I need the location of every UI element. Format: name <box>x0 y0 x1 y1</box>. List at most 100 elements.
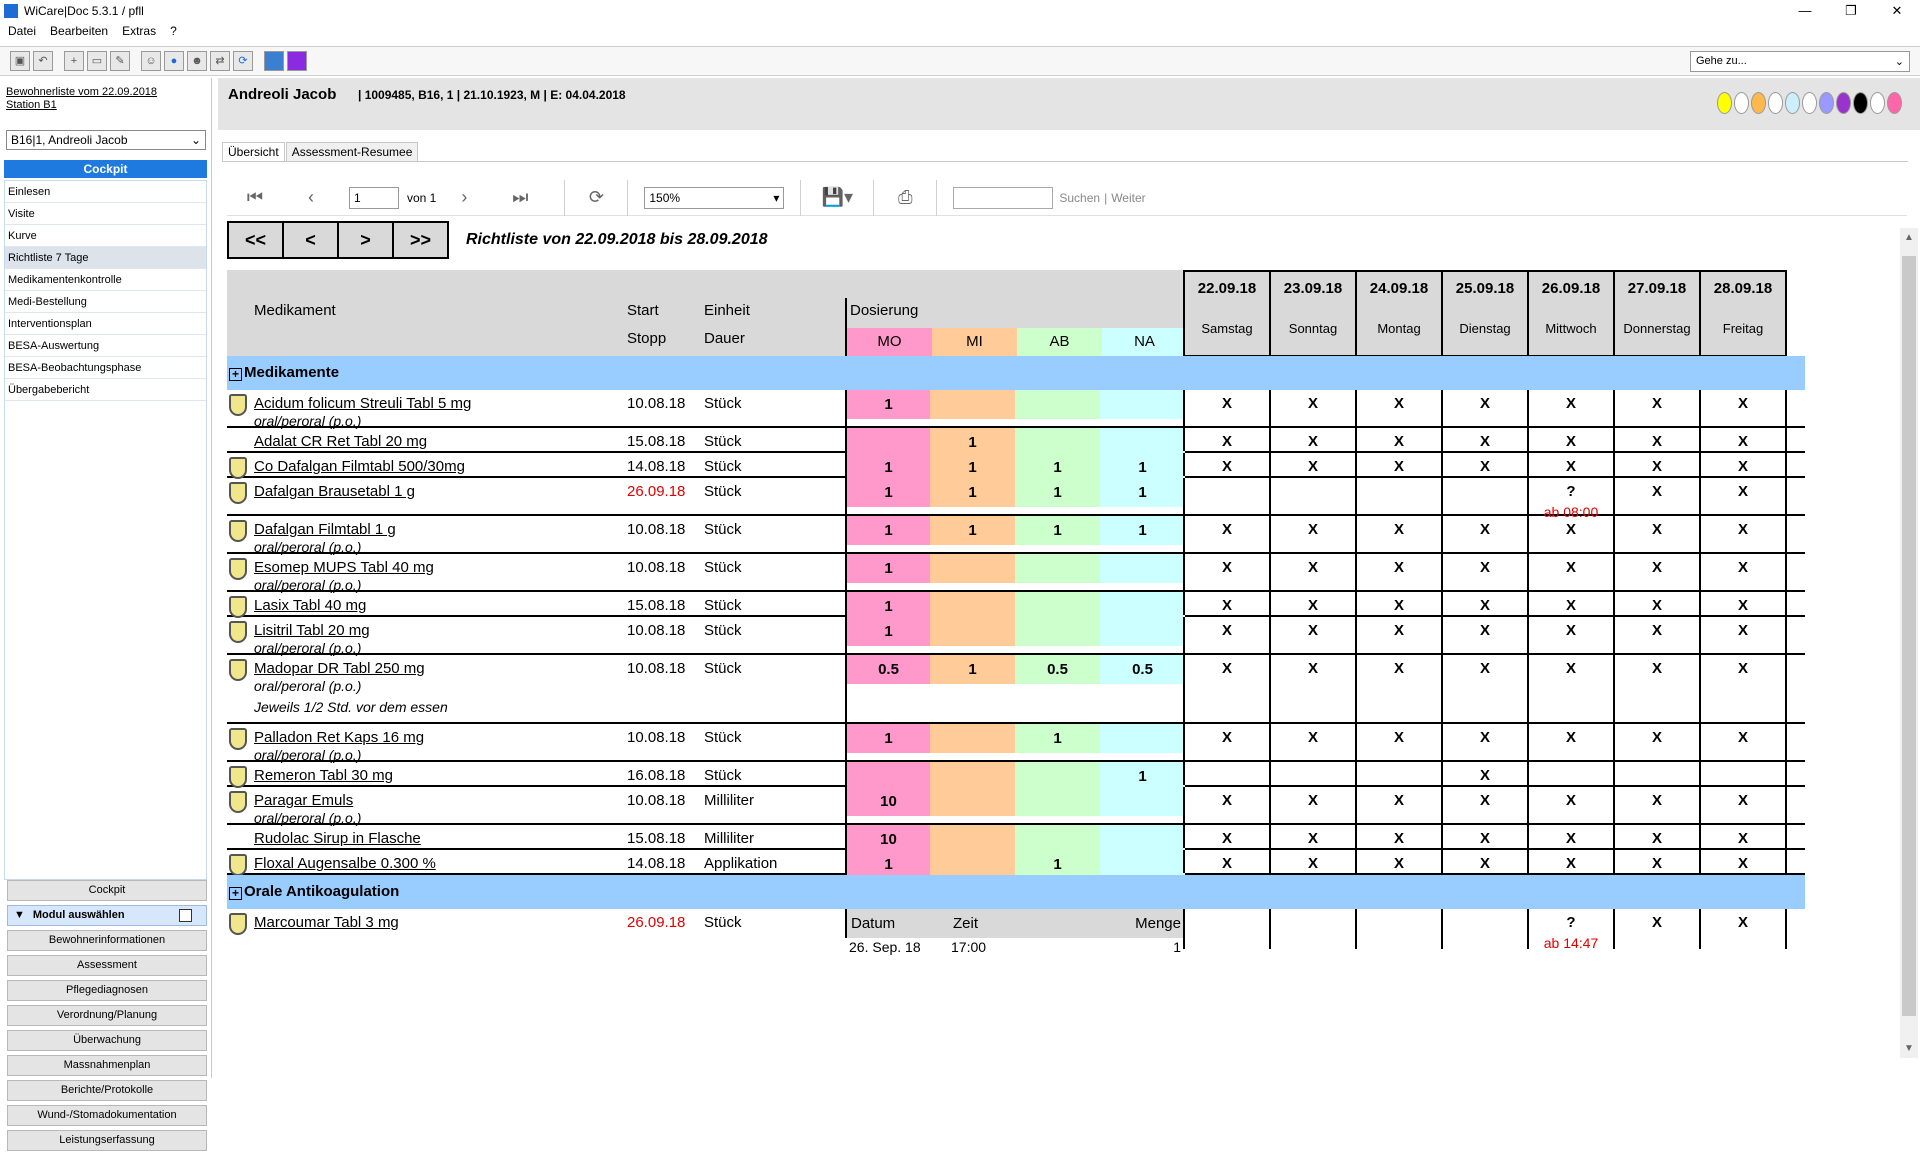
status-dot <box>1836 92 1851 114</box>
expand-icon[interactable]: + <box>229 887 242 900</box>
close-button[interactable]: ✕ <box>1874 0 1920 22</box>
nav-item-besa-beobachtung[interactable]: BESA-Beobachtungsphase <box>5 357 206 379</box>
module-button[interactable]: Berichte/Protokolle <box>7 1080 207 1101</box>
medication-name[interactable]: Acidum folicum Streuli Tabl 5 mg <box>254 395 471 412</box>
maximize-button[interactable]: ❐ <box>1828 0 1874 22</box>
page-input[interactable]: 1 <box>349 186 399 209</box>
prev-page-icon[interactable]: ‹ <box>283 187 339 208</box>
search-input[interactable] <box>953 186 1054 209</box>
module-button[interactable]: Wund-/Stomadokumentation <box>7 1105 207 1126</box>
nav-item-medi-bestellung[interactable]: Medi-Bestellung <box>5 291 206 313</box>
chevron-down-icon: ▾ <box>773 190 780 205</box>
nav-item-kurve[interactable]: Kurve <box>5 225 206 247</box>
last-page-icon[interactable]: ⏭ <box>492 187 548 208</box>
nav-last-button[interactable]: >> <box>392 221 449 259</box>
purple-icon[interactable] <box>287 51 307 71</box>
person-icon[interactable]: ● <box>164 51 184 71</box>
start-date: 10.08.18 <box>627 395 686 412</box>
day-mark: X <box>1737 597 1748 614</box>
nav-item-uebergabebericht[interactable]: Übergabebericht <box>5 379 206 401</box>
table-row: Madopar DR Tabl 250 mg oral/peroral (p.o.… <box>227 655 1805 724</box>
module-button[interactable]: Bewohnerinformationen <box>7 930 207 951</box>
table-row: Palladon Ret Kaps 16 mg oral/peroral (p.o… <box>227 724 1805 763</box>
day-mark: X <box>1651 483 1662 500</box>
section-header[interactable]: + Orale Antikoagulation <box>227 875 1805 909</box>
module-cockpit-button[interactable]: Cockpit <box>7 880 207 901</box>
minimize-button[interactable]: — <box>1782 0 1828 22</box>
scroll-thumb[interactable] <box>1902 256 1916 1016</box>
menu-bearbeiten[interactable]: Bearbeiten <box>50 24 108 42</box>
medication-name[interactable]: Remeron Tabl 30 mg <box>254 767 393 784</box>
book-icon[interactable] <box>264 51 284 71</box>
add-icon[interactable]: + <box>64 51 84 71</box>
module-button[interactable]: Verordnung/Planung <box>7 1005 207 1026</box>
resident-select[interactable]: B16|1, Andreoli Jacob ⌄ <box>6 130 206 150</box>
undo-icon[interactable]: ↶ <box>33 51 53 71</box>
nav-item-einlesen[interactable]: Einlesen <box>5 181 206 203</box>
nav-first-button[interactable]: << <box>227 221 284 259</box>
report-scrollbar[interactable]: ▲ ▼ <box>1900 228 1918 1058</box>
medication-name[interactable]: Palladon Ret Kaps 16 mg <box>254 729 424 746</box>
medication-name[interactable]: Floxal Augensalbe 0.300 % <box>254 855 436 872</box>
day-mark: X <box>1651 914 1662 931</box>
medication-name[interactable]: Dafalgan Brausetabl 1 g <box>254 483 415 500</box>
scroll-down-icon[interactable]: ▼ <box>1900 1043 1918 1054</box>
col-mi: MI <box>932 328 1017 356</box>
users-icon[interactable]: ☺ <box>141 51 161 71</box>
group-icon[interactable]: ☻ <box>187 51 207 71</box>
medication-name[interactable]: Rudolac Sirup in Flasche <box>254 830 421 847</box>
refresh-icon[interactable]: ⟳ <box>233 51 253 71</box>
module-button[interactable]: Pflegediagnosen <box>7 980 207 1001</box>
export-icon[interactable]: 💾▾ <box>817 187 857 208</box>
scroll-up-icon[interactable]: ▲ <box>1900 232 1918 243</box>
medication-name[interactable]: Madopar DR Tabl 250 mg <box>254 660 425 677</box>
day-mark: X <box>1651 597 1662 614</box>
tab-uebersicht[interactable]: Übersicht <box>222 142 285 162</box>
module-button[interactable]: Massnahmenplan <box>7 1055 207 1076</box>
medication-name[interactable]: Marcoumar Tabl 3 mg <box>254 914 399 931</box>
module-button[interactable]: Assessment <box>7 955 207 976</box>
zoom-select[interactable]: 150% ▾ <box>644 186 785 209</box>
medication-name[interactable]: Co Dafalgan Filmtabl 500/30mg <box>254 458 465 475</box>
dose-na <box>1100 554 1185 583</box>
expand-icon[interactable]: + <box>229 368 242 381</box>
section-header[interactable]: + Medikamente <box>227 356 1805 390</box>
menu-extras[interactable]: Extras <box>122 24 156 42</box>
nav-item-richtliste[interactable]: Richtliste 7 Tage <box>5 247 206 269</box>
shield-icon <box>229 482 247 504</box>
module-button[interactable]: Überwachung <box>7 1030 207 1051</box>
resident-list-link[interactable]: Bewohnerliste vom 22.09.2018 Station B1 <box>6 86 157 112</box>
nav-item-medikamentenkontrolle[interactable]: Medikamentenkontrolle <box>5 269 206 291</box>
first-page-icon[interactable]: ⏮ <box>227 187 283 208</box>
search-button[interactable]: Suchen <box>1059 191 1100 205</box>
module-checkbox[interactable] <box>179 909 192 922</box>
day-mark: X <box>1479 395 1490 412</box>
medication-name[interactable]: Paragar Emuls <box>254 792 353 809</box>
tab-assessment-resumee[interactable]: Assessment-Resumee <box>285 142 419 162</box>
menu-help[interactable]: ? <box>170 24 177 42</box>
medication-name[interactable]: Adalat CR Ret Tabl 20 mg <box>254 433 427 450</box>
goto-select[interactable]: Gehe zu... ⌄ <box>1690 51 1910 72</box>
nav-prev-button[interactable]: < <box>282 221 339 259</box>
menu-datei[interactable]: Datei <box>8 24 36 42</box>
module-select[interactable]: ▼ Modul auswählen <box>7 905 207 926</box>
window-icon[interactable]: ▭ <box>87 51 107 71</box>
nav-item-interventionsplan[interactable]: Interventionsplan <box>5 313 206 335</box>
medication-name[interactable]: Lisitril Tabl 20 mg <box>254 622 370 639</box>
nav-next-button[interactable]: > <box>337 221 394 259</box>
medication-name[interactable]: Esomep MUPS Tabl 40 mg <box>254 559 434 576</box>
print-icon[interactable]: ⎙ <box>890 187 920 208</box>
medication-name[interactable]: Dafalgan Filmtabl 1 g <box>254 521 396 538</box>
nav-item-besa-auswertung[interactable]: BESA-Auswertung <box>5 335 206 357</box>
save-icon[interactable]: ▣ <box>10 51 30 71</box>
day-date: 25.09.18 <box>1455 280 1515 297</box>
transfer-icon[interactable]: ⇄ <box>210 51 230 71</box>
start-date: 14.08.18 <box>627 855 686 872</box>
next-page-icon[interactable]: › <box>436 187 492 208</box>
search-next-button[interactable]: Weiter <box>1111 191 1145 205</box>
medication-name[interactable]: Lasix Tabl 40 mg <box>254 597 366 614</box>
edit-icon[interactable]: ✎ <box>110 51 130 71</box>
nav-item-visite[interactable]: Visite <box>5 203 206 225</box>
refresh-report-icon[interactable]: ⟳ <box>581 187 611 208</box>
module-button[interactable]: Leistungserfassung <box>7 1130 207 1151</box>
